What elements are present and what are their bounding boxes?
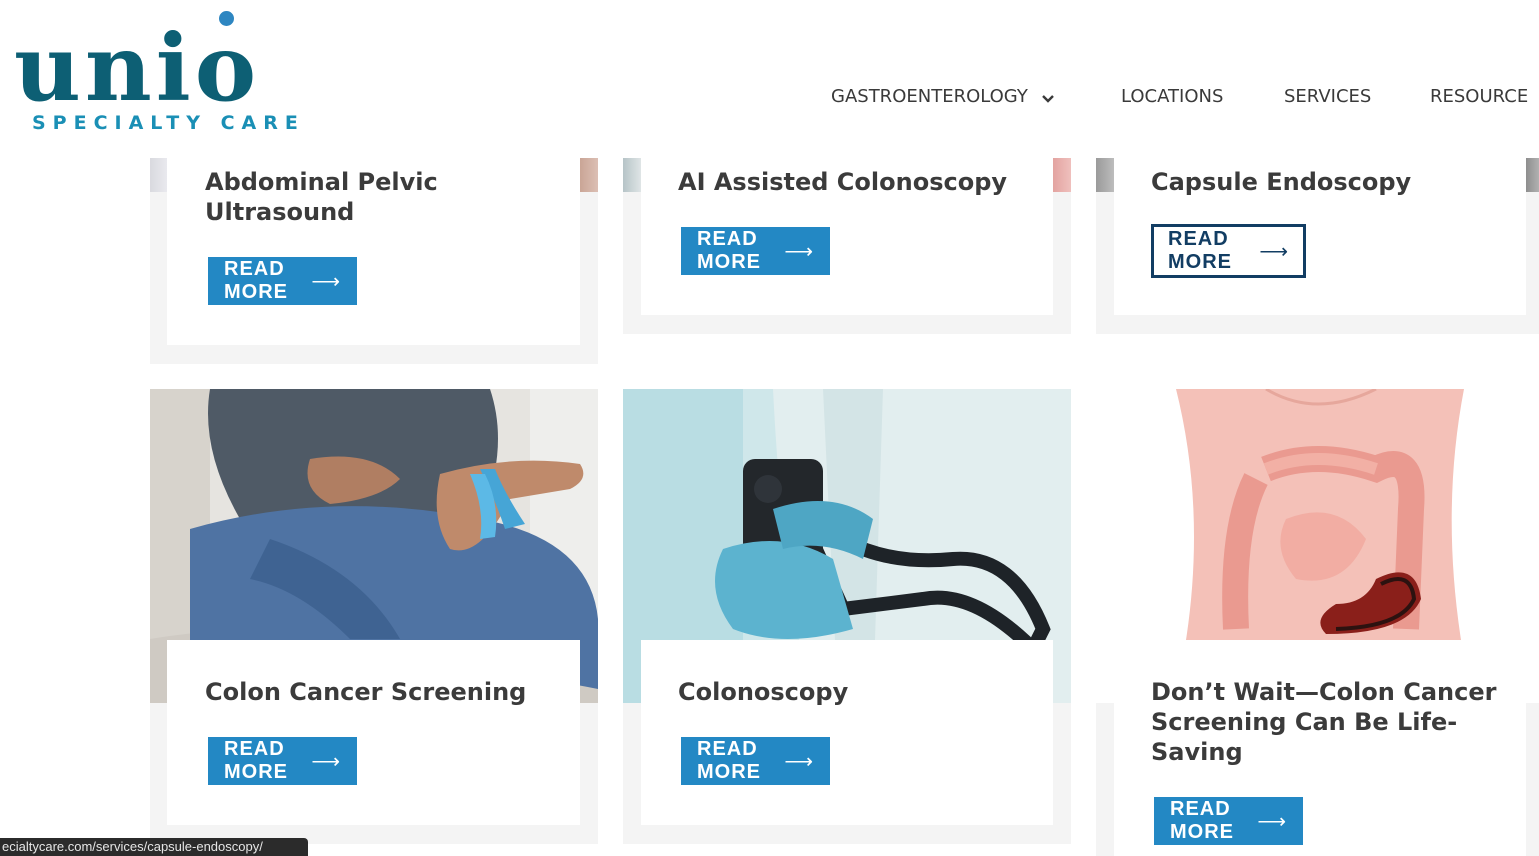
service-card: Colonoscopy READ MORE ⟶ (641, 640, 1053, 825)
read-more-button[interactable]: READ MORE ⟶ (681, 227, 830, 275)
card-title[interactable]: Colon Cancer Screening (205, 677, 565, 707)
logo-tagline: SPECIALTY CARE (32, 112, 305, 134)
nav-item-services[interactable]: SERVICES (1284, 86, 1371, 107)
button-label: READ MORE (224, 738, 288, 783)
button-label: READ MORE (697, 228, 761, 273)
arrow-right-icon: ⟶ (311, 750, 341, 773)
arrow-right-icon: ⟶ (1259, 240, 1289, 263)
card-title[interactable]: AI Assisted Colonoscopy (678, 167, 1038, 197)
card-title[interactable]: Capsule Endoscopy (1151, 167, 1511, 197)
nav-item-label: RESOURCE (1430, 86, 1529, 107)
service-card: Colon Cancer Screening READ MORE ⟶ (167, 640, 580, 825)
nav-item-label: GASTROENTEROLOGY (831, 86, 1028, 107)
nav-item-label: SERVICES (1284, 86, 1372, 107)
read-more-button[interactable]: READ MORE ⟶ (681, 737, 830, 785)
service-card: AI Assisted Colonoscopy READ MORE ⟶ (641, 150, 1053, 315)
card-title[interactable]: Abdominal Pelvic Ultrasound (205, 167, 465, 227)
read-more-button[interactable]: READ MORE ⟶ (1154, 797, 1303, 845)
read-more-button[interactable]: READ MORE ⟶ (208, 737, 357, 785)
nav-item-gastroenterology[interactable]: GASTROENTEROLOGY (831, 86, 1054, 108)
site-header: unio SPECIALTY CARE GASTROENTEROLOGY LOC… (0, 0, 1539, 158)
logo-wordmark: unio (14, 14, 261, 122)
arrow-right-icon: ⟶ (311, 270, 341, 293)
nav-item-resources[interactable]: RESOURCE (1430, 86, 1528, 107)
service-card: Capsule Endoscopy READ MORE ⟶ (1114, 150, 1526, 315)
read-more-button[interactable]: READ MORE ⟶ (1151, 224, 1306, 278)
chevron-down-icon (1041, 87, 1054, 108)
service-card: Don’t Wait—Colon Cancer Screening Can Be… (1114, 650, 1526, 856)
card-title[interactable]: Don’t Wait—Colon Cancer Screening Can Be… (1151, 677, 1511, 767)
site-logo[interactable]: unio SPECIALTY CARE (14, 8, 334, 138)
button-label: READ MORE (1168, 228, 1232, 273)
card-title[interactable]: Colonoscopy (678, 677, 1038, 707)
nav-item-locations[interactable]: LOCATIONS (1121, 86, 1223, 107)
arrow-right-icon: ⟶ (1257, 810, 1287, 833)
link-preview-statusbar: ecialtycare.com/services/capsule-endosco… (0, 838, 308, 856)
arrow-right-icon: ⟶ (784, 750, 814, 773)
button-label: READ MORE (224, 258, 288, 303)
button-label: READ MORE (697, 738, 761, 783)
card-image[interactable] (1176, 389, 1464, 640)
colon-anatomy-illustration (1176, 389, 1464, 640)
read-more-button[interactable]: READ MORE ⟶ (208, 257, 357, 305)
logo-dot (219, 11, 234, 26)
button-label: READ MORE (1170, 798, 1234, 843)
arrow-right-icon: ⟶ (784, 240, 814, 263)
nav-item-label: LOCATIONS (1121, 86, 1224, 107)
service-card: Abdominal Pelvic Ultrasound READ MORE ⟶ (167, 150, 580, 345)
